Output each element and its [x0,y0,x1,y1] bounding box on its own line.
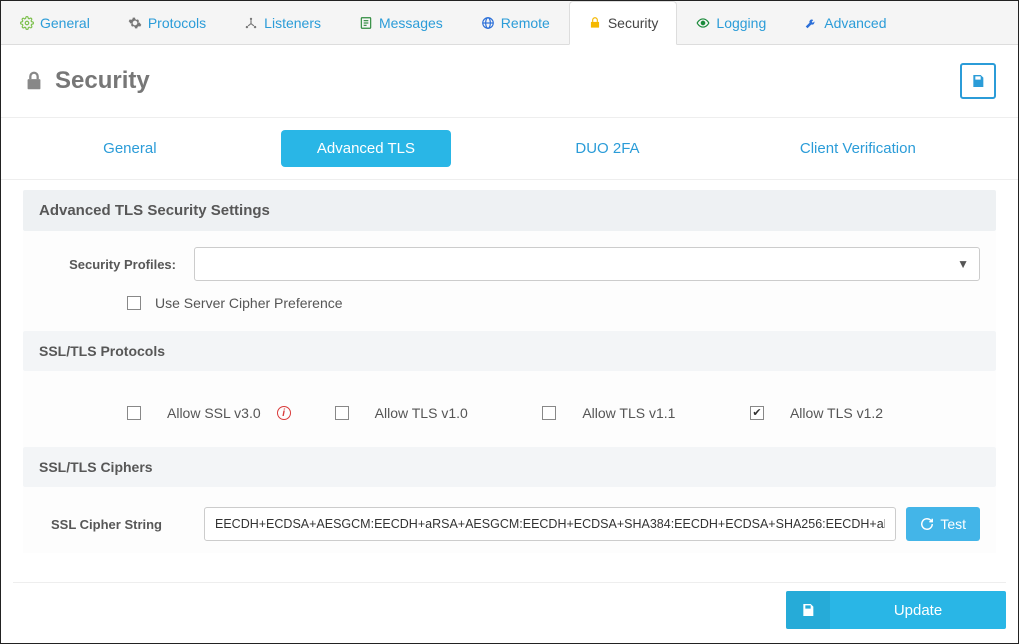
save-icon [970,73,986,89]
section-header: Advanced TLS Security Settings [23,190,996,231]
footer-bar: Update [13,582,1006,637]
chevron-down-icon: ▼ [957,257,969,271]
tab-label: Protocols [148,15,206,31]
tab-advanced[interactable]: Advanced [785,1,905,44]
test-label: Test [940,516,966,532]
cipher-string-input[interactable] [204,507,896,541]
tab-listeners[interactable]: Listeners [225,1,340,44]
refresh-icon [920,517,934,531]
allow-tls12-label: Allow TLS v1.2 [790,405,883,421]
sub-tab-advanced-tls[interactable]: Advanced TLS [281,130,451,167]
lock-icon [588,16,602,30]
protocols-header: SSL/TLS Protocols [23,331,996,371]
cog-icon [128,16,142,30]
allow-tls10-label: Allow TLS v1.0 [375,405,468,421]
ciphers-header: SSL/TLS Ciphers [23,447,996,487]
tab-label: Remote [501,15,550,31]
tab-logging[interactable]: Logging [677,1,785,44]
tab-label: Listeners [264,15,321,31]
tab-security[interactable]: Security [569,1,678,45]
info-icon[interactable]: i [277,406,291,420]
network-icon [244,16,258,30]
update-label: Update [830,602,1006,619]
tab-remote[interactable]: Remote [462,1,569,44]
allow-sslv3-label: Allow SSL v3.0 [167,405,261,421]
document-icon [359,16,373,30]
tab-label: Security [608,15,659,31]
tab-general[interactable]: General [1,1,109,44]
gear-icon [20,16,34,30]
update-button[interactable]: Update [786,591,1006,629]
globe-icon [481,16,495,30]
tab-messages[interactable]: Messages [340,1,462,44]
allow-tls12-checkbox[interactable] [750,406,764,420]
top-tab-bar: General Protocols Listeners Messages Rem… [1,1,1018,45]
sub-tab-bar: General Advanced TLS DUO 2FA Client Veri… [1,118,1018,180]
tab-label: General [40,15,90,31]
content-panel: Advanced TLS Security Settings Security … [1,180,1018,553]
tab-label: Messages [379,15,443,31]
allow-tls11-checkbox[interactable] [542,406,556,420]
security-profiles-select[interactable]: ▼ [194,247,980,281]
allow-tls11-label: Allow TLS v1.1 [582,405,675,421]
tab-label: Advanced [824,15,886,31]
page-header: Security [1,45,1018,118]
server-cipher-pref-label: Use Server Cipher Preference [155,295,343,311]
sub-tab-duo-2fa[interactable]: DUO 2FA [539,130,675,167]
tab-protocols[interactable]: Protocols [109,1,225,44]
save-button[interactable] [960,63,996,99]
test-button[interactable]: Test [906,507,980,541]
lock-icon [23,70,45,92]
cipher-string-label: SSL Cipher String [39,517,194,532]
sub-tab-general[interactable]: General [67,130,192,167]
server-cipher-pref-checkbox[interactable] [127,296,141,310]
tab-label: Logging [716,15,766,31]
allow-tls10-checkbox[interactable] [335,406,349,420]
sub-tab-client-verification[interactable]: Client Verification [764,130,952,167]
eye-icon [696,16,710,30]
save-icon [786,591,830,629]
profiles-label: Security Profiles: [39,257,194,272]
wrench-icon [804,16,818,30]
page-title: Security [55,67,150,95]
allow-sslv3-checkbox[interactable] [127,406,141,420]
